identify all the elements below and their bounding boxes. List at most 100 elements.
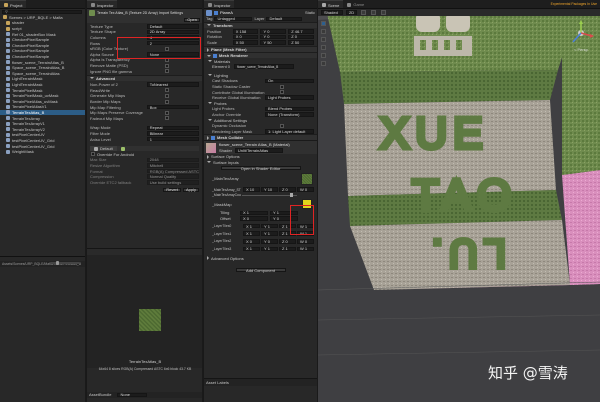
tex-array-count-slider[interactable] [242, 193, 297, 198]
revert-button[interactable]: Revert [163, 187, 181, 192]
tab-inspector-import[interactable]: Inspector [87, 0, 118, 8]
property-value[interactable]: 1 [146, 137, 199, 142]
static-label[interactable]: Static [305, 10, 315, 15]
layer-tiles-field[interactable]: W 0 [297, 239, 314, 244]
property-value[interactable]: Default [146, 24, 199, 29]
object-active-checkbox[interactable] [214, 10, 218, 15]
platform-default-tab[interactable]: Default [90, 146, 117, 152]
element0-field[interactable]: flower_scene_TerrainAtlas_B [234, 64, 295, 70]
property-value[interactable]: ToNearest [146, 82, 199, 87]
st-y[interactable]: Y 10 [261, 187, 278, 192]
property-value[interactable]: None (Transform) [265, 112, 314, 117]
main-tex-array-slot[interactable] [301, 172, 313, 185]
transform-position-field[interactable]: Y 0 [260, 29, 287, 34]
transform-rotation-field[interactable]: Z 0 [288, 34, 314, 39]
property-checkbox[interactable] [165, 116, 169, 121]
2d-toggle[interactable]: 2D [346, 10, 358, 15]
assetbundle-dropdown[interactable]: None [117, 392, 148, 397]
override-android-checkbox[interactable] [91, 152, 95, 157]
advanced-options-row[interactable]: Advanced Options [204, 256, 317, 262]
shading-mode-dropdown[interactable]: Shaded [321, 10, 343, 15]
open-shader-editor-button[interactable]: Open in Shader Editor [220, 166, 301, 171]
transform-position-field[interactable]: Z 46.7 [288, 29, 314, 34]
st-x[interactable]: X 10 [243, 187, 260, 192]
lighting-toggle-icon[interactable] [361, 10, 367, 15]
property-checkbox[interactable] [165, 63, 169, 68]
scene-view[interactable]: XUE TAO LU. Scene Game Experimental Pack… [318, 0, 600, 402]
layer-tiles-field[interactable]: X 0 [243, 239, 260, 244]
scale-tool-icon[interactable] [321, 45, 326, 50]
property-checkbox[interactable] [280, 84, 284, 89]
layer-tiles-field[interactable]: Y 0 [261, 239, 278, 244]
property-checkbox[interactable] [280, 90, 284, 95]
property-value[interactable]: Box [146, 105, 199, 110]
property-value[interactable]: Light Probes [265, 95, 314, 100]
move-tool-icon[interactable] [321, 29, 326, 34]
open-button[interactable]: Open [184, 17, 200, 22]
property-value[interactable]: RGB(A) Compressed ASTC 6x6 block [146, 169, 199, 174]
property-value[interactable]: Mitchell [146, 163, 199, 168]
property-value[interactable]: Repeat [146, 125, 199, 130]
mesh-renderer-checkbox[interactable] [213, 53, 217, 58]
layer-tiles-field[interactable]: W 1 [297, 246, 314, 251]
property-value[interactable]: 2048 [146, 157, 199, 162]
rect-tool-icon[interactable] [321, 53, 326, 58]
hand-tool-icon[interactable] [321, 21, 326, 26]
property-checkbox[interactable] [165, 69, 169, 74]
watermark: 知乎 @雪涛 [488, 364, 568, 382]
st-z[interactable]: Z 0 [279, 187, 296, 192]
persp-label[interactable]: < Persp [574, 47, 588, 52]
property-value[interactable]: Normal Quality [146, 174, 199, 179]
layer-tiles-field[interactable]: Y 1 [261, 231, 278, 236]
project-zoom-slider[interactable] [50, 261, 80, 265]
transform-tool-icon[interactable] [321, 61, 326, 66]
property-value[interactable]: Blend Probes [265, 106, 314, 111]
mesh-collider-checkbox[interactable] [211, 135, 215, 140]
layer-tiles-field[interactable]: Y 1 [261, 246, 278, 251]
apply-button[interactable]: Apply [182, 187, 199, 192]
tiling-x[interactable]: X 1 [240, 210, 268, 215]
transform-scale-field[interactable]: Y 50 [260, 40, 287, 45]
transform-rotation-field[interactable]: X 0 [232, 34, 259, 39]
layer-tiles-field[interactable]: Z 1 [279, 246, 296, 251]
property-value[interactable]: Bilinear [146, 131, 199, 136]
property-value[interactable]: 1: Light Layer default [265, 129, 314, 134]
layer-dropdown[interactable]: Default [266, 16, 303, 21]
tag-dropdown[interactable]: Untagged [214, 16, 253, 21]
audio-toggle-icon[interactable] [371, 10, 377, 15]
st-w[interactable]: W 0 [297, 187, 314, 192]
layer-tiles-field[interactable]: X 1 [243, 246, 260, 251]
tab-project[interactable]: Project [0, 0, 27, 8]
property-checkbox[interactable] [165, 99, 169, 104]
tab-inspector-object[interactable]: Inspector [204, 0, 235, 8]
property-checkbox[interactable] [280, 123, 284, 128]
property-value[interactable]: On [265, 78, 314, 83]
shader-dropdown[interactable]: Unlit/TerrainAtlas [234, 148, 283, 153]
layer-tiles-field[interactable]: X 1 [243, 231, 260, 236]
object-name[interactable]: PlaneA [220, 10, 305, 15]
property-value[interactable]: Use build settings [146, 180, 199, 185]
orientation-gizmo[interactable] [568, 20, 594, 46]
offset-x[interactable]: X 0 [240, 216, 268, 221]
add-component-button[interactable]: Add Component [235, 268, 286, 273]
project-search-input[interactable]: ⚲ [2, 9, 82, 14]
transform-position-field[interactable]: X 158 [232, 29, 259, 34]
tex-array-count-handle[interactable] [290, 193, 293, 198]
property-value[interactable]: 2D Array [146, 29, 199, 34]
layer-tiles-field[interactable]: Y 1 [261, 224, 278, 229]
property-checkbox[interactable] [165, 93, 169, 98]
transform-scale-field[interactable]: X 50 [232, 40, 259, 45]
layer-tiles-field[interactable]: Z 0 [279, 239, 296, 244]
rotate-tool-icon[interactable] [321, 37, 326, 42]
tab-game[interactable]: Game [343, 0, 369, 8]
effects-toggle-icon[interactable] [381, 10, 387, 15]
property-checkbox[interactable] [165, 110, 169, 115]
android-icon[interactable] [120, 146, 125, 151]
tab-scene[interactable]: Scene [318, 0, 344, 8]
transform-scale-field[interactable]: Z 50 [288, 40, 314, 45]
property-checkbox[interactable] [165, 88, 169, 93]
transform-rotation-field[interactable]: Y 0 [260, 34, 287, 39]
layer-tiles-field[interactable]: X 1 [243, 224, 260, 229]
project-zoom-handle[interactable] [56, 261, 59, 265]
project-tree-item[interactable]: WeightMask [0, 149, 85, 155]
